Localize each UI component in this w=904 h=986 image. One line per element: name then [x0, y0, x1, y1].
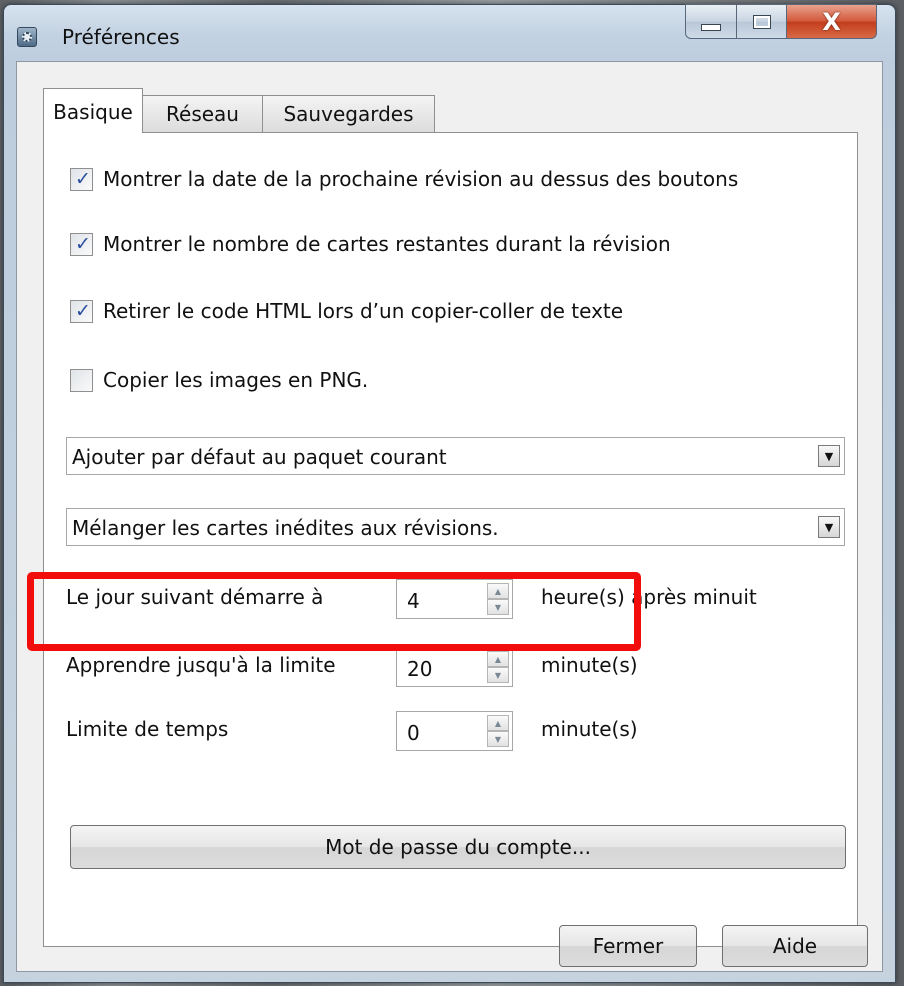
checkmark-icon: ✓	[75, 299, 91, 322]
minimize-icon	[701, 24, 721, 31]
tab-panel-basique: ✓ Montrer la date de la prochaine révisi…	[43, 132, 858, 947]
dropdown-arrow-button[interactable]: ▼	[818, 445, 840, 467]
account-password-button[interactable]: Mot de passe du compte...	[70, 825, 846, 869]
checkbox-show-remaining-cards[interactable]: ✓	[70, 232, 93, 256]
close-button[interactable]: Fermer	[559, 925, 697, 967]
arrow-down-icon: ▼	[494, 734, 502, 744]
learn-ahead-limit-spinbox[interactable]: 20 ▲ ▼	[396, 647, 513, 687]
spin-down-button[interactable]: ▼	[487, 599, 509, 615]
checkbox-strip-html[interactable]: ✓	[70, 299, 93, 323]
chevron-down-icon: ▼	[824, 520, 834, 534]
minimize-button[interactable]	[685, 4, 737, 39]
tab-reseau[interactable]: Réseau	[143, 95, 263, 132]
checkbox-label: Montrer le nombre de cartes restantes du…	[103, 232, 671, 256]
spinbox-unit-label: minute(s)	[541, 653, 638, 677]
checkbox-row-strip-html[interactable]: ✓ Retirer le code HTML lors d’un copier-…	[70, 296, 623, 326]
dropdown-arrow-button[interactable]: ▼	[818, 516, 840, 538]
default-deck-dropdown[interactable]: Ajouter par défaut au paquet courant ▼	[66, 437, 845, 475]
spinbox-unit-label: minute(s)	[541, 717, 638, 741]
arrow-up-icon: ▲	[494, 654, 502, 664]
checkmark-icon: ✓	[75, 232, 91, 255]
spinbox-value[interactable]: 20	[407, 657, 432, 681]
checkbox-row-copy-images-png[interactable]: Copier les images en PNG.	[70, 365, 368, 395]
tab-sauvegardes[interactable]: Sauvegardes	[263, 95, 435, 132]
checkbox-copy-images-png[interactable]	[70, 368, 93, 392]
maximize-icon	[752, 14, 771, 29]
spin-down-button[interactable]: ▼	[487, 667, 509, 683]
window-title: Préférences	[62, 25, 180, 49]
spinbox-unit-label: heure(s) après minuit	[541, 585, 757, 609]
spinbox-value[interactable]: 0	[407, 721, 420, 745]
checkbox-label: Copier les images en PNG.	[103, 368, 369, 392]
title-bar[interactable]: Préférences X	[4, 4, 895, 61]
spin-down-button[interactable]: ▼	[487, 731, 509, 747]
chevron-down-icon: ▼	[824, 449, 834, 463]
spin-up-button[interactable]: ▲	[487, 715, 509, 731]
preferences-window: Préférences X Basique Réseau Sauvegardes…	[3, 4, 896, 983]
dialog-client-area: Basique Réseau Sauvegardes ✓ Montrer la …	[16, 61, 883, 972]
spin-up-button[interactable]: ▲	[487, 651, 509, 667]
arrow-up-icon: ▲	[494, 586, 502, 596]
dropdown-selected-value: Mélanger les cartes inédites aux révisio…	[72, 516, 499, 540]
dropdown-selected-value: Ajouter par défaut au paquet courant	[72, 445, 447, 469]
caption-buttons: X	[685, 4, 877, 40]
next-day-starts-label: Le jour suivant démarre à	[66, 585, 324, 609]
app-icon	[17, 27, 37, 47]
time-limit-spinbox[interactable]: 0 ▲ ▼	[396, 711, 513, 751]
maximize-button[interactable]	[737, 4, 787, 39]
help-button[interactable]: Aide	[722, 925, 868, 967]
spin-up-button[interactable]: ▲	[487, 583, 509, 599]
close-window-button[interactable]: X	[787, 4, 877, 39]
spinbox-value[interactable]: 4	[407, 589, 420, 613]
checkbox-label: Montrer la date de la prochaine révision…	[103, 167, 739, 191]
arrow-down-icon: ▼	[494, 670, 502, 680]
checkbox-show-next-review-date[interactable]: ✓	[70, 167, 93, 191]
time-limit-label: Limite de temps	[66, 717, 229, 741]
checkbox-label: Retirer le code HTML lors d’un copier-co…	[103, 299, 624, 323]
tab-basique[interactable]: Basique	[43, 88, 143, 133]
learn-ahead-limit-label: Apprendre jusqu'à la limite	[66, 653, 336, 677]
checkbox-row-show-remaining-cards[interactable]: ✓ Montrer le nombre de cartes restantes …	[70, 229, 671, 259]
arrow-down-icon: ▼	[494, 602, 502, 612]
close-icon: X	[822, 7, 841, 36]
checkmark-icon: ✓	[75, 167, 91, 190]
new-cards-order-dropdown[interactable]: Mélanger les cartes inédites aux révisio…	[66, 508, 845, 546]
next-day-starts-spinbox[interactable]: 4 ▲ ▼	[396, 579, 513, 619]
arrow-up-icon: ▲	[494, 718, 502, 728]
checkbox-row-show-next-review-date[interactable]: ✓ Montrer la date de la prochaine révisi…	[70, 164, 738, 194]
